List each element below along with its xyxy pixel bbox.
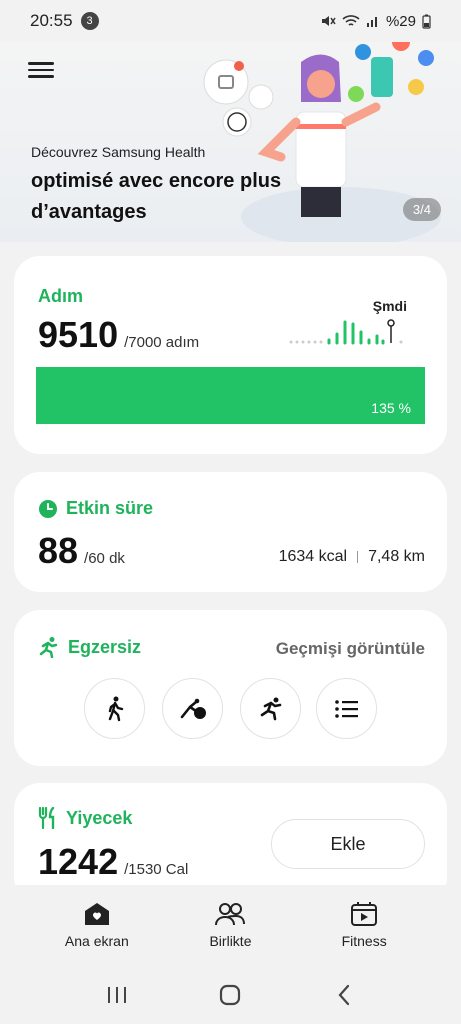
running-button[interactable] <box>240 678 301 739</box>
food-title: Yiyecek <box>66 807 133 828</box>
exercise-title: Egzersiz <box>68 636 142 657</box>
food-value: 1242 <box>38 841 119 882</box>
walking-icon <box>108 696 123 721</box>
steps-progress-fill <box>36 367 425 424</box>
recent-apps-button[interactable] <box>97 979 137 1011</box>
running-figure-icon <box>39 637 58 658</box>
yoga-icon <box>180 698 206 719</box>
steps-progress-bar: 135 % <box>36 367 425 424</box>
home-system-button[interactable] <box>210 979 250 1011</box>
active-time-goal: /60 dk <box>84 550 125 567</box>
nav-fitness[interactable]: Fitness <box>309 901 419 949</box>
battery-icon <box>422 14 431 29</box>
running-icon <box>260 697 281 720</box>
status-time: 20:55 <box>30 11 73 30</box>
food-goal: /1530 Cal <box>124 861 189 878</box>
nav-home-label: Ana ekran <box>64 933 129 949</box>
signal-icon <box>366 17 377 27</box>
battery-percent: %29 <box>385 12 416 30</box>
list-icon <box>334 699 358 718</box>
people-icon <box>215 903 246 926</box>
home-square-icon <box>220 984 241 1005</box>
food-value-row: 1242 /1530 Cal <box>38 841 188 883</box>
menu-icon-line <box>28 62 54 65</box>
exercise-card[interactable]: Egzersiz Geçmişi görüntüle <box>14 610 447 766</box>
active-time-title: Etkin süre <box>66 498 154 518</box>
add-food-button[interactable]: Ekle <box>271 819 425 869</box>
active-time-value: 88 <box>38 530 79 571</box>
banner-subtitle: Découvrez Samsung Health <box>31 144 206 160</box>
banner-page-indicator: 3/4 <box>402 198 441 221</box>
now-label: Şmdi <box>372 298 407 314</box>
mute-icon <box>321 16 336 26</box>
fitness-video-icon <box>351 902 378 926</box>
steps-sparkline <box>289 319 403 345</box>
fork-knife-icon <box>38 807 55 829</box>
nav-fitness-label: Fitness <box>341 933 387 949</box>
steps-goal: /7000 adım <box>124 334 200 351</box>
menu-button[interactable] <box>28 58 54 82</box>
menu-icon-line <box>28 68 54 71</box>
promo-banner[interactable]: Découvrez Samsung Health optimisé avec e… <box>0 42 461 242</box>
exercise-list-button[interactable] <box>316 678 377 739</box>
notification-count-badge: 3 <box>80 12 99 30</box>
walking-button[interactable] <box>84 678 145 739</box>
recent-apps-icon <box>107 986 126 1003</box>
system-navigation <box>0 965 461 1024</box>
active-time-card[interactable]: Etkin süre 88 /60 dk 1634 kcal 7,48 km <box>14 472 447 592</box>
back-button[interactable] <box>324 979 364 1011</box>
home-icon <box>84 903 109 925</box>
active-time-header: Etkin süre <box>38 498 153 519</box>
status-icons: %29 <box>320 13 431 30</box>
active-time-value-row: 88 /60 dk <box>38 530 125 572</box>
active-stats: 1634 kcal 7,48 km <box>279 548 425 566</box>
nav-together-label: Birlikte <box>209 933 252 949</box>
calories-value: 1634 kcal <box>278 548 348 565</box>
distance-value: 7,48 km <box>368 548 425 565</box>
menu-icon-line <box>28 75 54 78</box>
food-header: Yiyecek <box>38 807 132 829</box>
clock-icon <box>39 499 57 518</box>
wifi-icon <box>342 15 360 26</box>
steps-title: Adım <box>38 286 83 306</box>
banner-title: optimisé avec encore plus d’avantages <box>31 170 282 223</box>
steps-progress-label: 135 % <box>371 400 411 416</box>
view-history-link[interactable]: Geçmişi görüntüle <box>276 639 425 659</box>
exercise-header: Egzersiz <box>38 636 141 658</box>
status-bar: 20:55 3 %29 <box>0 0 461 42</box>
stat-divider <box>357 551 359 563</box>
nav-together[interactable]: Birlikte <box>175 901 285 949</box>
yoga-button[interactable] <box>162 678 223 739</box>
nav-home[interactable]: Ana ekran <box>42 901 152 949</box>
back-chevron-icon <box>338 984 350 1005</box>
steps-value-row: 9510 /7000 adım <box>38 314 199 356</box>
steps-card[interactable]: Adım 9510 /7000 adım Şmdi 135 % <box>14 256 447 454</box>
bottom-navigation: Ana ekran Birlikte Fitness <box>0 885 461 965</box>
steps-value: 9510 <box>38 314 119 355</box>
